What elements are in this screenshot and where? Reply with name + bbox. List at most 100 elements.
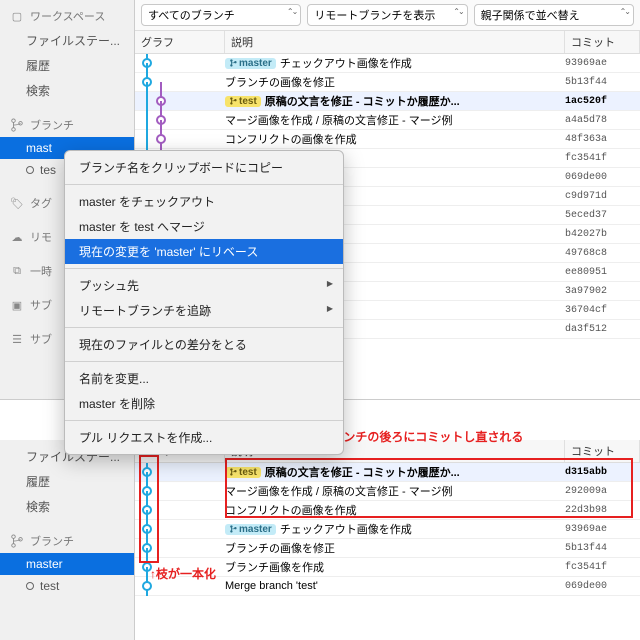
desc-cell: ブランチ画像を作成 <box>225 559 565 575</box>
label: ファイルステー... <box>26 32 120 49</box>
hash-cell: 069de00 <box>565 581 640 592</box>
hash-cell: 49768c8 <box>565 248 640 259</box>
label: ブランチ <box>30 533 74 549</box>
label: サブ <box>30 331 52 347</box>
branch-tag-master: master <box>225 58 276 69</box>
commit-row[interactable]: test原稿の文言を修正 - コミットか履歴か...1ac520f <box>135 92 640 111</box>
commit-row[interactable]: ブランチの画像を修正5b13f44 <box>135 73 640 92</box>
menu-item[interactable]: master を削除 <box>65 391 343 416</box>
label: 検索 <box>26 498 50 515</box>
commit-row[interactable]: masterチェックアウト画像を作成93969ae <box>135 54 640 73</box>
menu-item[interactable]: 現在のファイルとの差分をとる <box>65 332 343 357</box>
sidebar-history[interactable]: 履歴 <box>0 53 134 78</box>
toolbar: すべてのブランチ リモートブランチを表示 親子関係で並べ替え <box>135 0 640 31</box>
menu-item[interactable]: 現在の変更を 'master' にリベース <box>65 239 343 264</box>
branch-tag-test: test <box>225 96 261 107</box>
branch-tag-master: master <box>225 524 276 535</box>
tag-icon: 🏷 <box>10 196 24 210</box>
label: サブ <box>30 297 52 313</box>
hash-cell: b42027b <box>565 229 640 240</box>
desc-cell: コンフリクトの画像を作成 <box>225 131 565 147</box>
branch-icon <box>10 534 24 548</box>
menu-item[interactable]: master を test へマージ <box>65 214 343 239</box>
commit-row[interactable]: masterチェックアウト画像を作成93969ae <box>135 520 640 539</box>
workspace-icon: ▢ <box>10 9 24 23</box>
highlight-graph <box>139 455 159 563</box>
graph-cell <box>135 111 225 129</box>
top-pane: ▢ ワークスペース ファイルステー... 履歴 検索 ブランチ mast tes… <box>0 0 640 400</box>
hash-cell: fc3541f <box>565 562 640 573</box>
menu-item[interactable]: master をチェックアウト <box>65 189 343 214</box>
hash-cell: 1ac520f <box>565 96 640 107</box>
label: タグ <box>30 195 52 211</box>
hash-cell: 5b13f44 <box>565 543 640 554</box>
hash-cell: fc3541f <box>565 153 640 164</box>
menu-item[interactable]: ブランチ名をクリップボードにコピー <box>65 155 343 180</box>
hash-cell: 93969ae <box>565 524 640 535</box>
menu-separator <box>65 327 343 328</box>
branch-filter-select[interactable]: すべてのブランチ <box>141 4 301 26</box>
menu-separator <box>65 361 343 362</box>
table-header: グラフ 説明 コミット <box>135 31 640 54</box>
label: 一時 <box>30 263 52 279</box>
annotation-unified: ↑枝が一本化 <box>150 565 216 582</box>
sidebar: ファイルステー... 履歴 検索 ブランチ master test <box>0 440 135 640</box>
submodule-icon: ▣ <box>10 298 24 312</box>
col-commit[interactable]: コミット <box>565 31 640 53</box>
commit-row[interactable]: コンフリクトの画像を作成48f363a <box>135 130 640 149</box>
desc-cell: masterチェックアウト画像を作成 <box>225 521 565 537</box>
sidebar-branch-test[interactable]: test <box>0 575 134 597</box>
col-desc[interactable]: 説明 <box>225 31 565 53</box>
menu-item[interactable]: プッシュ先 <box>65 273 343 298</box>
desc-cell: ブランチの画像を修正 <box>225 74 565 90</box>
hash-cell: ee80951 <box>565 267 640 278</box>
menu-item[interactable]: プル リクエストを作成... <box>65 425 343 450</box>
graph-cell <box>135 92 225 110</box>
hash-cell: 48f363a <box>565 134 640 145</box>
subtree-icon: ☰ <box>10 332 24 346</box>
label: リモ <box>30 229 52 245</box>
remote-branch-select[interactable]: リモートブランチを表示 <box>307 4 467 26</box>
desc-cell: masterチェックアウト画像を作成 <box>225 55 565 71</box>
context-menu: ブランチ名をクリップボードにコピーmaster をチェックアウトmaster を… <box>64 150 344 455</box>
hash-cell: 36704cf <box>565 305 640 316</box>
graph-cell <box>135 54 225 72</box>
desc-cell: マージ画像を作成 / 原稿の文言修正 - マージ例 <box>225 112 565 128</box>
menu-separator <box>65 420 343 421</box>
menu-item[interactable]: リモートブランチを追跡 <box>65 298 343 323</box>
desc-cell: test原稿の文言を修正 - コミットか履歴か... <box>225 93 565 109</box>
desc-cell: Merge branch 'test' <box>225 580 565 592</box>
sidebar-workspace[interactable]: ▢ ワークスペース <box>0 4 134 28</box>
highlight-rebased <box>225 458 633 518</box>
cloud-icon: ☁ <box>10 230 24 244</box>
graph-cell <box>135 73 225 91</box>
col-graph[interactable]: グラフ <box>135 31 225 53</box>
sidebar-search[interactable]: 検索 <box>0 494 134 519</box>
branch-dot-icon <box>26 582 34 590</box>
sidebar-branches[interactable]: ブランチ <box>0 529 134 553</box>
desc-cell: ブランチの画像を修正 <box>225 540 565 556</box>
branch-dot-icon <box>26 166 34 174</box>
hash-cell: 93969ae <box>565 58 640 69</box>
menu-separator <box>65 184 343 185</box>
commit-row[interactable]: ブランチの画像を修正5b13f44 <box>135 539 640 558</box>
branch-icon <box>10 118 24 132</box>
sidebar-search[interactable]: 検索 <box>0 78 134 103</box>
sidebar-filestatus[interactable]: ファイルステー... <box>0 28 134 53</box>
sidebar-branches[interactable]: ブランチ <box>0 113 134 137</box>
hash-cell: 5b13f44 <box>565 77 640 88</box>
sort-select[interactable]: 親子関係で並べ替え <box>474 4 634 26</box>
label: ワークスペース <box>30 8 105 24</box>
commit-row[interactable]: マージ画像を作成 / 原稿の文言修正 - マージ例a4a5d78 <box>135 111 640 130</box>
hash-cell: a4a5d78 <box>565 115 640 126</box>
bottom-pane: ↓ ↓リベースされたブランチの後ろにコミットし直される ファイルステー... 履… <box>0 440 640 640</box>
label: ブランチ <box>30 117 74 133</box>
menu-item[interactable]: 名前を変更... <box>65 366 343 391</box>
label: master <box>26 557 63 571</box>
hash-cell: 069de00 <box>565 172 640 183</box>
stash-icon: ⧉ <box>10 264 24 278</box>
label: test <box>40 579 59 593</box>
sidebar-branch-master[interactable]: master <box>0 553 134 575</box>
sidebar-history[interactable]: 履歴 <box>0 469 134 494</box>
label: mast <box>26 141 52 155</box>
